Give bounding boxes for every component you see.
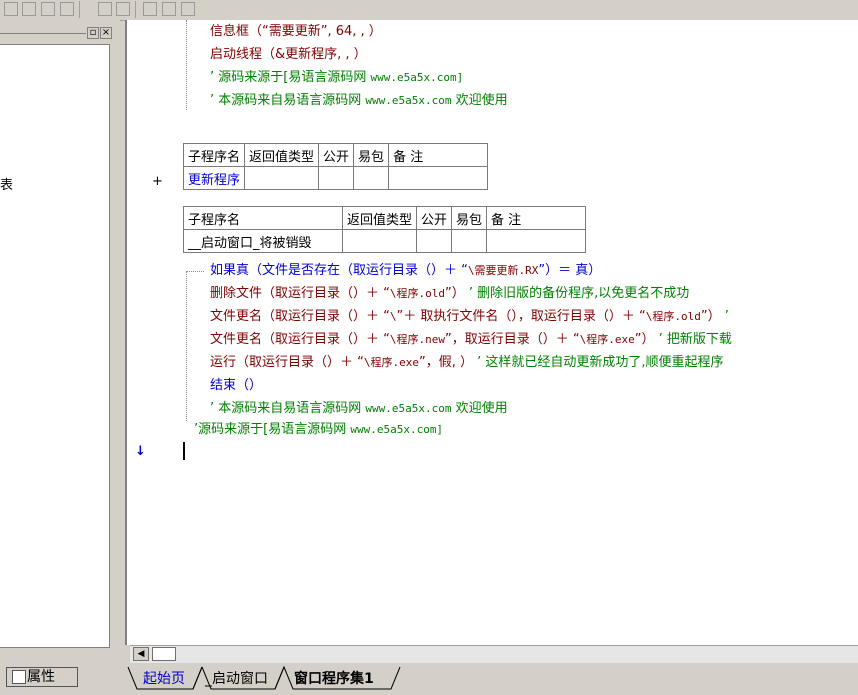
comment-text: ’ 把新版下载 [654,332,732,347]
expand-button[interactable]: + [152,173,163,190]
code-text: 文件更名（取运行目录（）＋ “ [210,309,390,324]
flow-line [186,20,187,110]
align-left-icon[interactable] [4,2,18,16]
code-text: ”）＝ 真） [538,263,602,278]
space-v-icon[interactable] [116,2,130,16]
comment-line: ’源码来源于[易语言源码网 www.e5a5x.com] [194,421,443,438]
comment-url: www.e5a5x.com] [370,71,464,84]
panel-item-text: 表 [0,178,14,193]
code-line: 文件更名（取运行目录（）＋ “\程序.new”，取运行目录（）＋ “\程序.ex… [210,331,732,348]
current-line-arrow-icon: ↓ [135,444,146,459]
tab-startup-window[interactable]: _启动窗口 [199,668,274,690]
align-center-icon[interactable] [22,2,36,16]
code-string: \程序.exe [363,356,419,369]
code-line: 信息框（“需要更新”, 64, , ） [210,23,382,40]
text-cursor [183,442,185,460]
properties-icon [12,670,26,684]
code-text: ”） [445,286,465,301]
restore-icon[interactable]: ▫ [87,27,99,39]
comment-line: ’ 本源码来自易语言源码网 www.e5a5x.com 欢迎使用 [210,92,508,109]
comment-text: ’ 源码来源于[易语言源码网 [210,70,371,85]
comment-url: www.e5a5x.com] [350,423,444,436]
col-name: 子程序名 [182,143,246,167]
code-text: ”，取运行目录（）＋ “ [445,332,580,347]
code-text: ”＋ 取执行文件名（），取运行目录（）＋ “ [396,309,646,324]
col-public: 公开 [318,143,355,167]
col-note: 备 注 [486,206,587,230]
comment-text: 欢迎使用 [451,401,508,416]
code-string: \ [389,310,397,323]
code-string: \程序.new [389,333,445,346]
code-text: 信息框（“需要更新”, 64, , ） [210,24,382,39]
comment-line: ’ 本源码来自易语言源码网 www.e5a5x.com 欢迎使用 [210,400,508,417]
align-top-icon[interactable] [41,2,55,16]
col-public: 公开 [416,206,453,230]
code-text: ”） [634,332,655,347]
toolbar-separator [135,1,136,18]
comment-url: www.e5a5x.com [365,402,452,415]
code-string: \程序.exe [579,333,635,346]
subroutine-name[interactable]: __启动窗口_将被销毁 [183,229,343,253]
code-line: 结束（） [210,378,263,393]
panel-tree[interactable] [0,44,110,648]
cell[interactable] [388,166,489,190]
code-text: ”，假, ） [419,355,473,370]
cell[interactable] [416,229,453,253]
toolbar-separator [79,1,80,18]
comment-url: www.e5a5x.com [365,94,452,107]
subroutine-table: 子程序名 返回值类型 公开 易包 备 注 __启动窗口_将被销毁 [183,206,587,253]
size-both-icon[interactable] [181,2,195,16]
flow-line [186,271,204,272]
comment-line: ’ 源码来源于[易语言源码网 www.e5a5x.com] [210,69,463,86]
comment-text: ’ 本源码来自易语言源码网 [210,93,366,108]
space-h-icon[interactable] [98,2,112,16]
code-line: 删除文件（取运行目录（）＋ “\程序.old”） ’ 删除旧版的备份程序,以免更… [210,285,689,302]
col-package: 易包 [451,206,488,230]
scroll-left-button[interactable]: ◀ [133,647,149,661]
toolbar [0,0,858,21]
cell[interactable] [341,229,418,253]
cell[interactable] [353,166,390,190]
subroutine-name[interactable]: 更新程序 [182,166,246,190]
panel-title-line [0,33,86,34]
code-string: \需要更新.RX [467,264,539,277]
size-h-icon[interactable] [143,2,157,16]
comment-text: ’ [720,309,729,324]
code-text: 如果真（文件是否存在（取运行目录（）＋ “ [210,263,468,278]
code-text: 运行（取运行目录（）＋ “ [210,355,364,370]
code-string: \程序.old [645,310,701,323]
comment-text: 欢迎使用 [451,93,508,108]
horizontal-scrollbar[interactable] [130,645,858,663]
comment-text: ’源码来源于[易语言源码网 [194,422,351,437]
close-icon[interactable]: × [100,27,112,39]
code-line: 如果真（文件是否存在（取运行目录（）＋ “\需要更新.RX”）＝ 真） [210,262,601,279]
flow-line [186,271,187,421]
code-line: 启动线程（&更新程序, , ） [210,47,367,62]
cell[interactable] [244,166,320,190]
col-package: 易包 [353,143,390,167]
code-text: 删除文件（取运行目录（）＋ “ [210,286,390,301]
size-v-icon[interactable] [162,2,176,16]
align-right-icon[interactable] [60,2,74,16]
comment-text: ’ 这样就已经自动更新成功了,顺便重起程序 [473,355,724,370]
code-text: ”） [700,309,721,324]
col-name: 子程序名 [183,206,343,230]
cell[interactable] [318,166,355,190]
code-line: 运行（取运行目录（）＋ “\程序.exe”，假, ） ’ 这样就已经自动更新成功… [210,354,724,371]
comment-text: ’ 本源码来自易语言源码网 [210,401,366,416]
subroutine-table: 子程序名 返回值类型 公开 易包 备 注 更新程序 [182,143,489,190]
cell[interactable] [486,229,587,253]
code-line: 文件更名（取运行目录（）＋ “\”＋ 取执行文件名（），取运行目录（）＋ “\程… [210,308,729,325]
col-note: 备 注 [388,143,489,167]
cell[interactable] [451,229,488,253]
code-string: \程序.old [389,287,445,300]
col-return: 返回值类型 [244,143,320,167]
tab-start-page[interactable]: 起始页 [137,668,191,690]
code-text: 文件更名（取运行目录（）＋ “ [210,332,390,347]
scroll-thumb[interactable] [152,647,176,661]
tab-window-assembly[interactable]: 窗口程序集1 [288,668,380,690]
col-return: 返回值类型 [341,206,418,230]
comment-text: ’ 删除旧版的备份程序,以免更名不成功 [464,286,690,301]
